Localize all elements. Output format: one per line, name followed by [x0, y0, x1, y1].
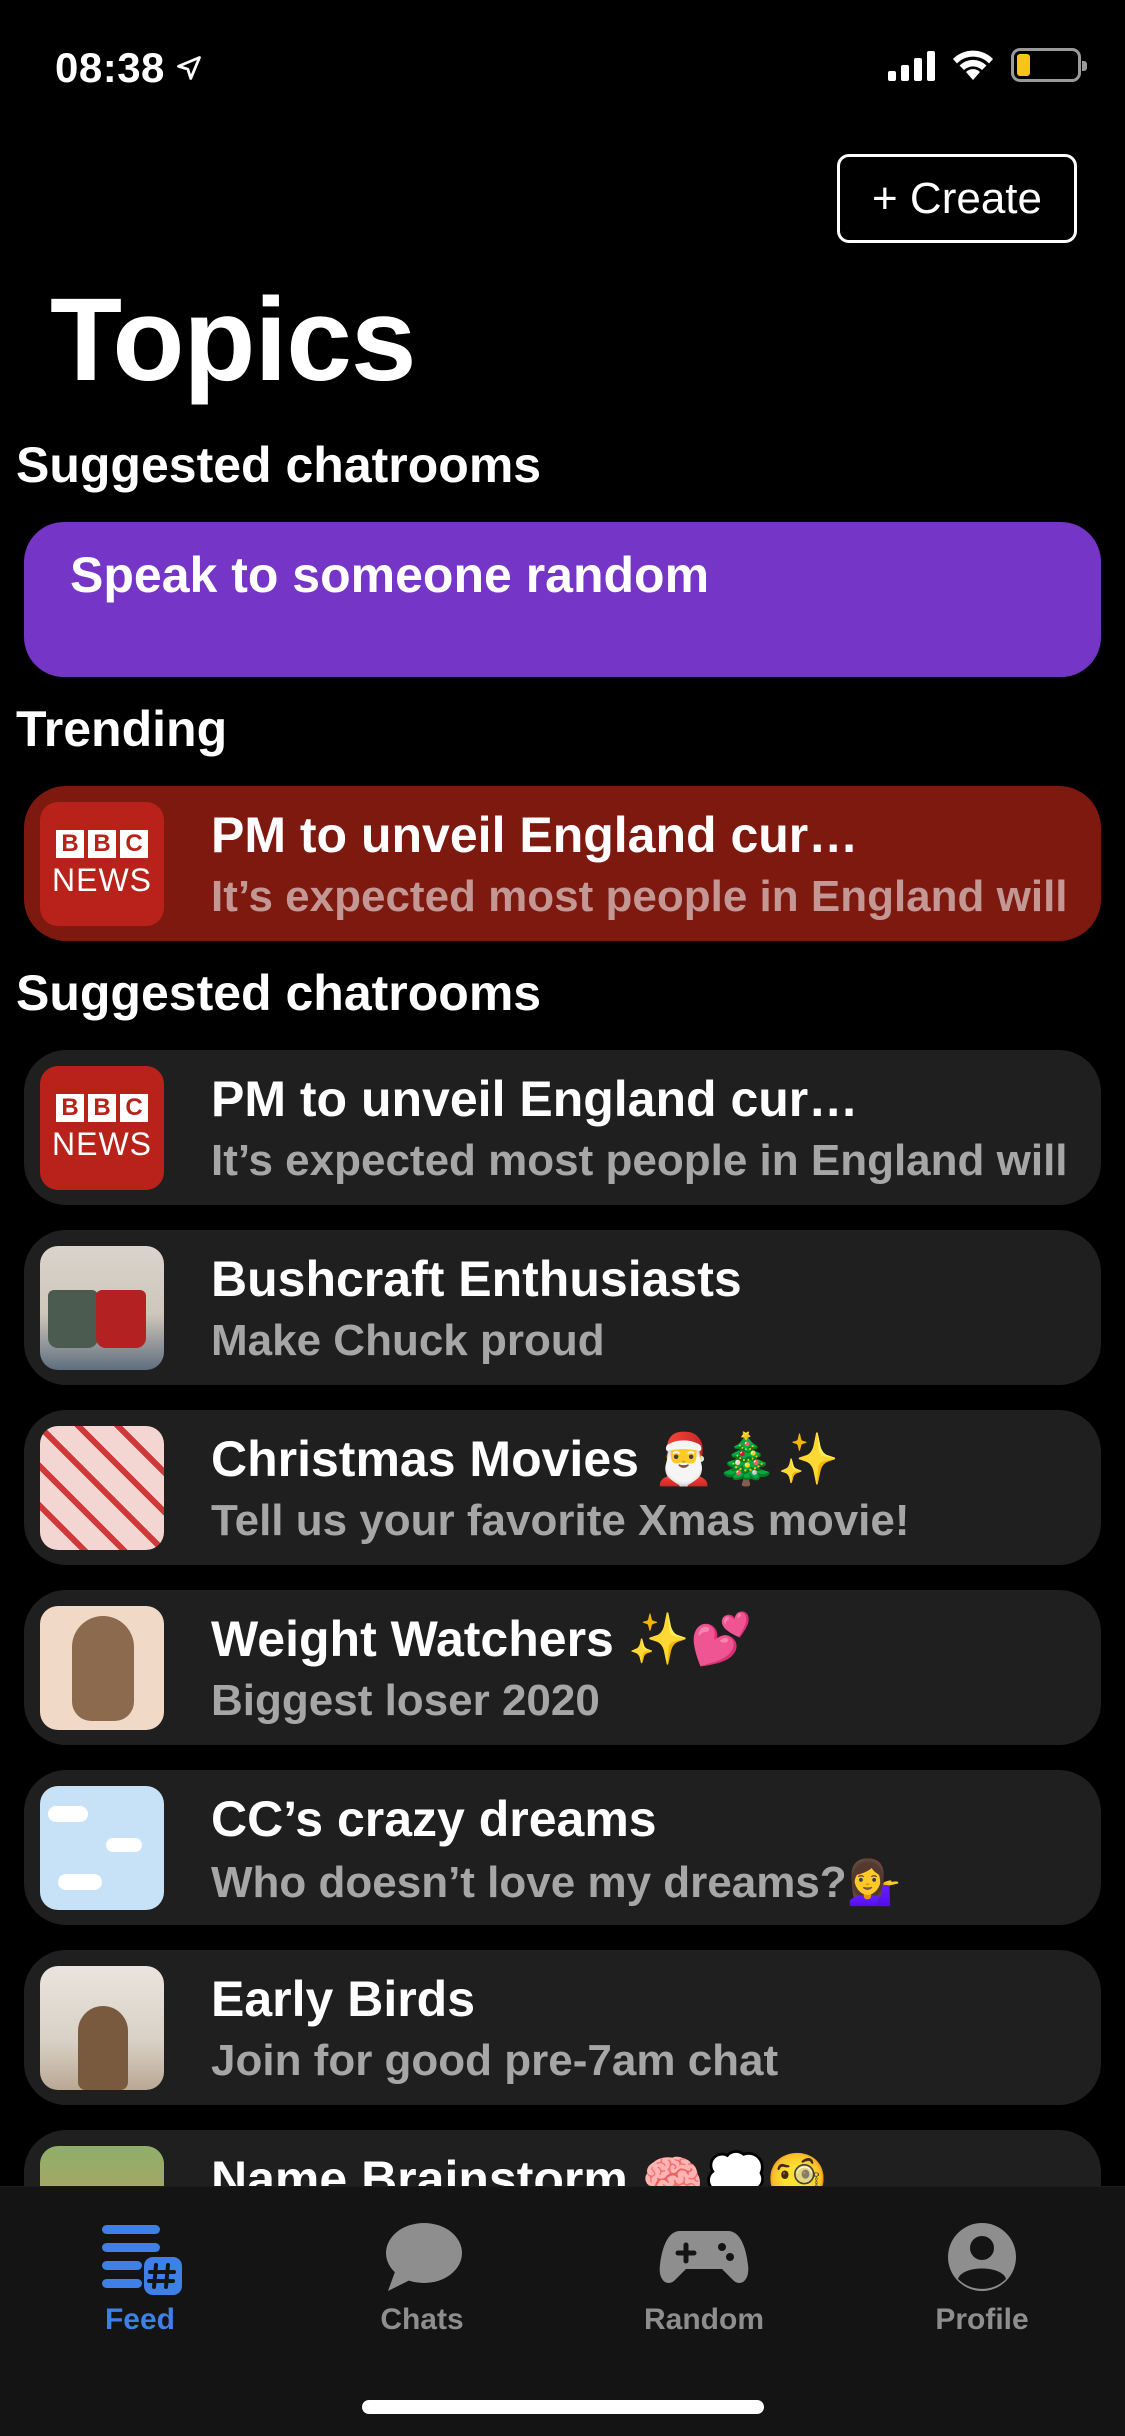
tab-random-label: Random — [644, 2303, 764, 2336]
chatroom-title: Early Birds — [211, 1971, 476, 2027]
trending-subtitle: It’s expected most people in England wil… — [211, 872, 1068, 921]
chatroom-row[interactable]: Early Birds Join for good pre-7am chat — [24, 1950, 1101, 2105]
battery-icon — [1011, 48, 1087, 82]
status-bar: 08:38 — [0, 0, 1125, 132]
tab-chats-label: Chats — [380, 2303, 464, 2336]
chatroom-title: CC’s crazy dreams — [211, 1791, 657, 1847]
profile-icon — [948, 2223, 1016, 2291]
tab-random[interactable]: Random — [604, 2217, 804, 2337]
chatroom-row[interactable]: Bushcraft Enthusiasts Make Chuck proud — [24, 1230, 1101, 1385]
tab-bar: Feed Chats Random Profile — [0, 2186, 1125, 2436]
location-arrow-icon — [177, 56, 201, 80]
woman-coffee-thumbnail — [40, 1966, 164, 2090]
status-indicators — [888, 48, 1087, 82]
clock-text: 08:38 — [55, 44, 165, 91]
chatroom-subtitle: Make Chuck proud — [211, 1316, 605, 1365]
tab-feed[interactable]: Feed — [40, 2217, 240, 2337]
chatroom-subtitle: Who doesn’t love my dreams?💁‍♀️ — [211, 1858, 902, 1907]
bbc-news-logo: B B C NEWS — [40, 802, 164, 926]
home-indicator[interactable] — [362, 2400, 764, 2414]
section-heading-trending: Trending — [16, 701, 228, 757]
tab-profile-label: Profile — [935, 2303, 1029, 2336]
tab-feed-label: Feed — [104, 2303, 176, 2336]
chatroom-subtitle: Biggest loser 2020 — [211, 1676, 600, 1725]
chatroom-title: Christmas Movies 🎅🎄✨ — [211, 1431, 840, 1487]
status-time: 08:38 — [55, 44, 203, 92]
chatroom-row[interactable]: Weight Watchers ✨💕 Biggest loser 2020 — [24, 1590, 1101, 1745]
chatroom-row[interactable]: CC’s crazy dreams Who doesn’t love my dr… — [24, 1770, 1101, 1925]
create-button[interactable]: + Create — [837, 154, 1077, 243]
section-heading-suggested-chatrooms: Suggested chatrooms — [16, 965, 542, 1021]
chatroom-subtitle: Join for good pre-7am chat — [211, 2036, 779, 2085]
cellular-signal-icon — [888, 49, 935, 81]
chatroom-title: PM to unveil England cur… — [211, 1071, 859, 1127]
chatroom-subtitle: Tell us your favorite Xmas movie! — [211, 1496, 910, 1545]
camp-mugs-thumbnail — [40, 1246, 164, 1370]
braid-hair-thumbnail — [40, 1606, 164, 1730]
chat-bubble-icon — [386, 2223, 462, 2291]
speak-random-label: Speak to someone random — [70, 547, 710, 603]
candy-cane-thumbnail — [40, 1426, 164, 1550]
chatroom-title: Bushcraft Enthusiasts — [211, 1251, 742, 1307]
cloud-sky-thumbnail — [40, 1786, 164, 1910]
chatroom-row[interactable]: Christmas Movies 🎅🎄✨ Tell us your favori… — [24, 1410, 1101, 1565]
tab-profile[interactable]: Profile — [882, 2217, 1082, 2337]
chatroom-row[interactable]: B B C NEWS PM to unveil England cur… It’… — [24, 1050, 1101, 1205]
trending-item[interactable]: B B C NEWS PM to unveil England cur… It’… — [24, 786, 1101, 941]
chatroom-subtitle: It’s expected most people in England wil… — [211, 1136, 1068, 1185]
bbc-news-logo: B B C NEWS — [40, 1066, 164, 1190]
speak-random-card[interactable]: Speak to someone random — [24, 522, 1101, 677]
feed-icon — [102, 2225, 182, 2295]
page-title: Topics — [50, 274, 417, 406]
trending-title: PM to unveil England cur… — [211, 807, 859, 863]
section-heading-suggested: Suggested chatrooms — [16, 437, 542, 493]
wifi-icon — [953, 50, 993, 80]
chatroom-title: Weight Watchers ✨💕 — [211, 1611, 753, 1667]
tab-chats[interactable]: Chats — [322, 2217, 522, 2337]
gamepad-icon — [659, 2231, 749, 2284]
